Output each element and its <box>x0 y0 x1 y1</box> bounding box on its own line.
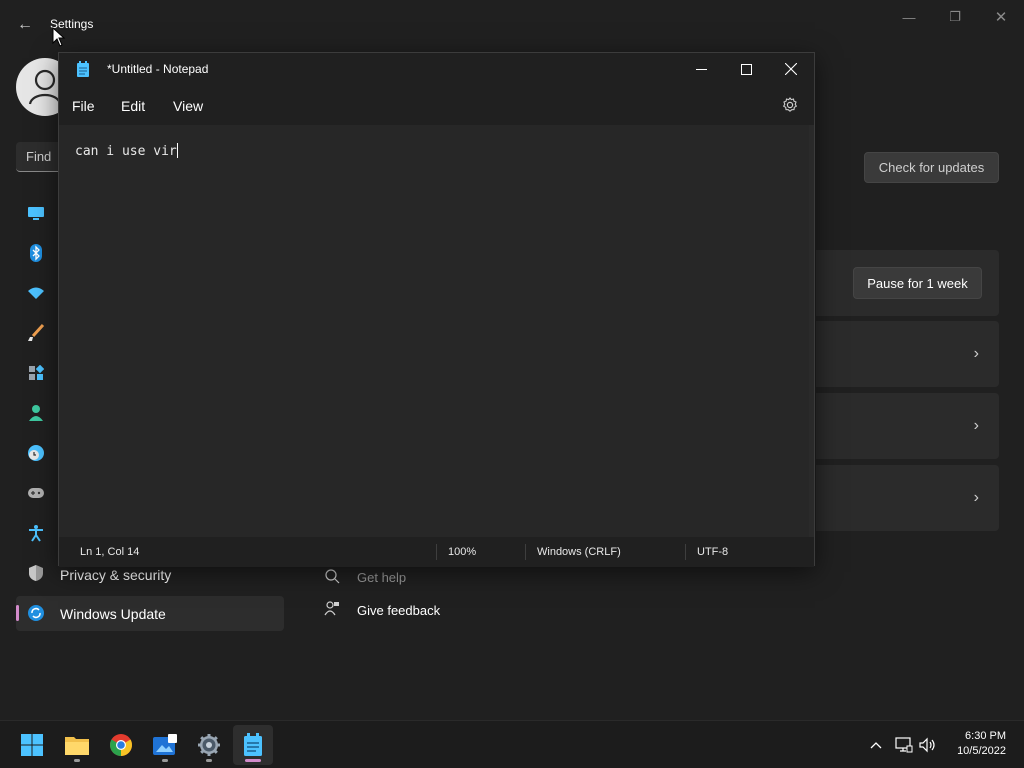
status-cursor-position: Ln 1, Col 14 <box>80 546 140 558</box>
settings-close-button[interactable]: ✕ <box>989 8 1013 26</box>
check-for-updates-button[interactable]: Check for updates <box>864 152 999 183</box>
menu-edit[interactable]: Edit <box>121 98 145 114</box>
selection-indicator <box>16 605 19 621</box>
nav-item-windows-update-label: Windows Update <box>60 606 166 622</box>
clock-date: 10/5/2022 <box>957 745 1006 757</box>
start-button[interactable] <box>12 725 52 765</box>
chevron-up-icon[interactable] <box>866 735 886 755</box>
vertical-scrollbar[interactable] <box>809 125 814 537</box>
get-help-link[interactable]: Get help <box>322 568 406 587</box>
notepad-icon <box>244 733 262 756</box>
minimize-icon <box>695 68 707 70</box>
nav-item-privacy-security[interactable]: Privacy & security <box>60 567 171 583</box>
notepad-text-area[interactable]: can i use vir <box>59 125 811 537</box>
maximize-icon <box>740 63 752 75</box>
settings-card-advanced-options[interactable]: › <box>816 393 999 459</box>
wifi-icon[interactable] <box>26 283 46 303</box>
apps-icon[interactable] <box>26 363 46 383</box>
system-icon[interactable] <box>26 203 46 223</box>
settings-card-update-history[interactable]: › <box>816 321 999 387</box>
chrome-icon <box>110 734 132 756</box>
notepad-window: *Untitled - Notepad File Edit View can i… <box>58 52 815 567</box>
taskbar-clock[interactable]: 6:30 PM 10/5/2022 <box>957 729 1006 759</box>
menu-file[interactable]: File <box>72 98 95 114</box>
chevron-right-icon: › <box>973 489 979 506</box>
status-divider <box>436 544 437 560</box>
time-language-icon[interactable] <box>26 443 46 463</box>
maximize-button[interactable] <box>723 53 769 85</box>
settings-gear-icon <box>198 734 220 756</box>
back-arrow-icon[interactable]: ← <box>14 14 36 36</box>
clock-time: 6:30 PM <box>965 730 1006 742</box>
notepad-statusbar: Ln 1, Col 14 100% Windows (CRLF) UTF-8 <box>59 537 814 567</box>
document-content: can i use vir <box>75 143 178 159</box>
chevron-right-icon: › <box>973 345 979 362</box>
notepad-title: *Untitled - Notepad <box>107 62 209 76</box>
pause-for-1-week-button[interactable]: Pause for 1 week <box>853 267 982 299</box>
status-encoding: UTF-8 <box>697 546 729 558</box>
volume-icon[interactable] <box>918 735 938 755</box>
shield-icon <box>26 563 46 583</box>
taskbar-chrome[interactable] <box>101 725 141 765</box>
personalization-brush-icon[interactable] <box>26 323 46 343</box>
gear-icon[interactable] <box>780 95 800 115</box>
settings-restore-button[interactable]: ❐ <box>943 8 967 26</box>
search-placeholder: Find <box>26 149 52 164</box>
give-feedback-label: Give feedback <box>357 603 441 618</box>
text-caret <box>176 143 178 158</box>
close-icon <box>785 63 797 75</box>
status-divider <box>685 544 686 560</box>
settings-minimize-button[interactable]: — <box>897 8 921 26</box>
photos-icon <box>153 734 177 755</box>
running-indicator <box>74 759 80 762</box>
taskbar-file-explorer[interactable] <box>57 725 97 765</box>
windows-update-icon <box>26 603 46 623</box>
notepad-menubar: File Edit View <box>59 89 814 121</box>
get-help-label: Get help <box>357 570 407 585</box>
folder-icon <box>65 737 89 755</box>
active-indicator <box>245 759 261 762</box>
running-indicator <box>206 759 212 762</box>
chevron-right-icon: › <box>973 417 979 434</box>
taskbar-photos[interactable] <box>145 725 185 765</box>
notepad-app-icon <box>76 61 90 77</box>
bluetooth-icon[interactable] <box>26 243 46 263</box>
status-divider <box>525 544 526 560</box>
running-indicator <box>162 759 168 762</box>
status-line-ending: Windows (CRLF) <box>537 546 621 558</box>
help-icon <box>322 568 342 587</box>
status-zoom: 100% <box>448 546 477 558</box>
windows-logo-icon <box>21 734 43 756</box>
minimize-button[interactable] <box>678 53 724 85</box>
gaming-controller-icon[interactable] <box>26 483 46 503</box>
give-feedback-link[interactable]: Give feedback <box>322 601 440 620</box>
taskbar-settings[interactable] <box>189 725 229 765</box>
feedback-icon <box>322 601 342 620</box>
settings-card-insider-program[interactable]: › <box>816 465 999 531</box>
pause-updates-card: Pause for 1 week <box>816 250 999 316</box>
taskbar-notepad[interactable] <box>233 725 273 765</box>
notepad-titlebar[interactable]: *Untitled - Notepad <box>59 53 814 85</box>
taskbar: 6:30 PM 10/5/2022 <box>0 720 1024 768</box>
accessibility-icon[interactable] <box>26 523 46 543</box>
mouse-cursor-icon <box>52 27 66 47</box>
document-text: can i use vir <box>75 144 177 159</box>
menu-view[interactable]: View <box>173 98 203 114</box>
accounts-icon[interactable] <box>26 403 46 423</box>
network-icon[interactable] <box>894 735 914 755</box>
close-button[interactable] <box>768 53 814 85</box>
